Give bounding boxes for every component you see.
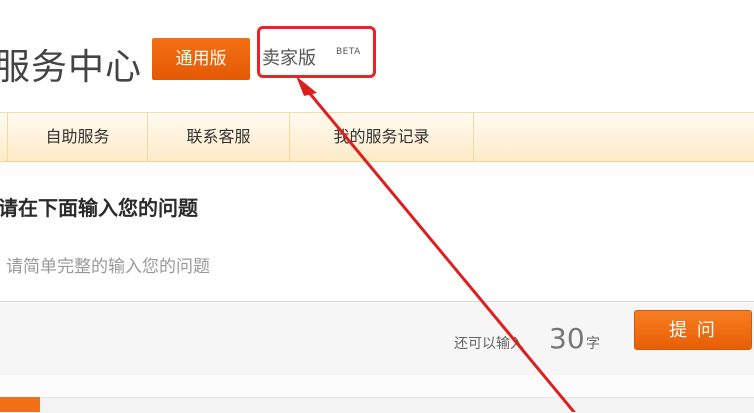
nav-item-hidden bbox=[0, 113, 8, 161]
bottom-tabs-strip bbox=[0, 397, 754, 413]
submit-question-button[interactable]: 提 问 bbox=[634, 310, 752, 350]
nav-item-self-service[interactable]: 自助服务 bbox=[8, 113, 148, 161]
question-input[interactable] bbox=[0, 232, 754, 302]
nav-item-contact-support[interactable]: 联系客服 bbox=[148, 113, 290, 161]
page-title: 服务中心 bbox=[0, 47, 143, 88]
bottom-active-tab[interactable] bbox=[0, 397, 40, 412]
general-version-button[interactable]: 通用版 bbox=[152, 38, 250, 80]
remaining-label: 还可以输入 bbox=[454, 336, 524, 352]
question-title: 请在下面输入您的问题 bbox=[0, 196, 198, 220]
remaining-count: 30 bbox=[549, 322, 585, 355]
nav-bar: 自助服务 联系客服 我的服务记录 bbox=[0, 112, 754, 162]
nav-item-service-records[interactable]: 我的服务记录 bbox=[290, 113, 474, 161]
remaining-unit: 字 bbox=[586, 336, 600, 352]
highlight-box bbox=[257, 26, 376, 78]
